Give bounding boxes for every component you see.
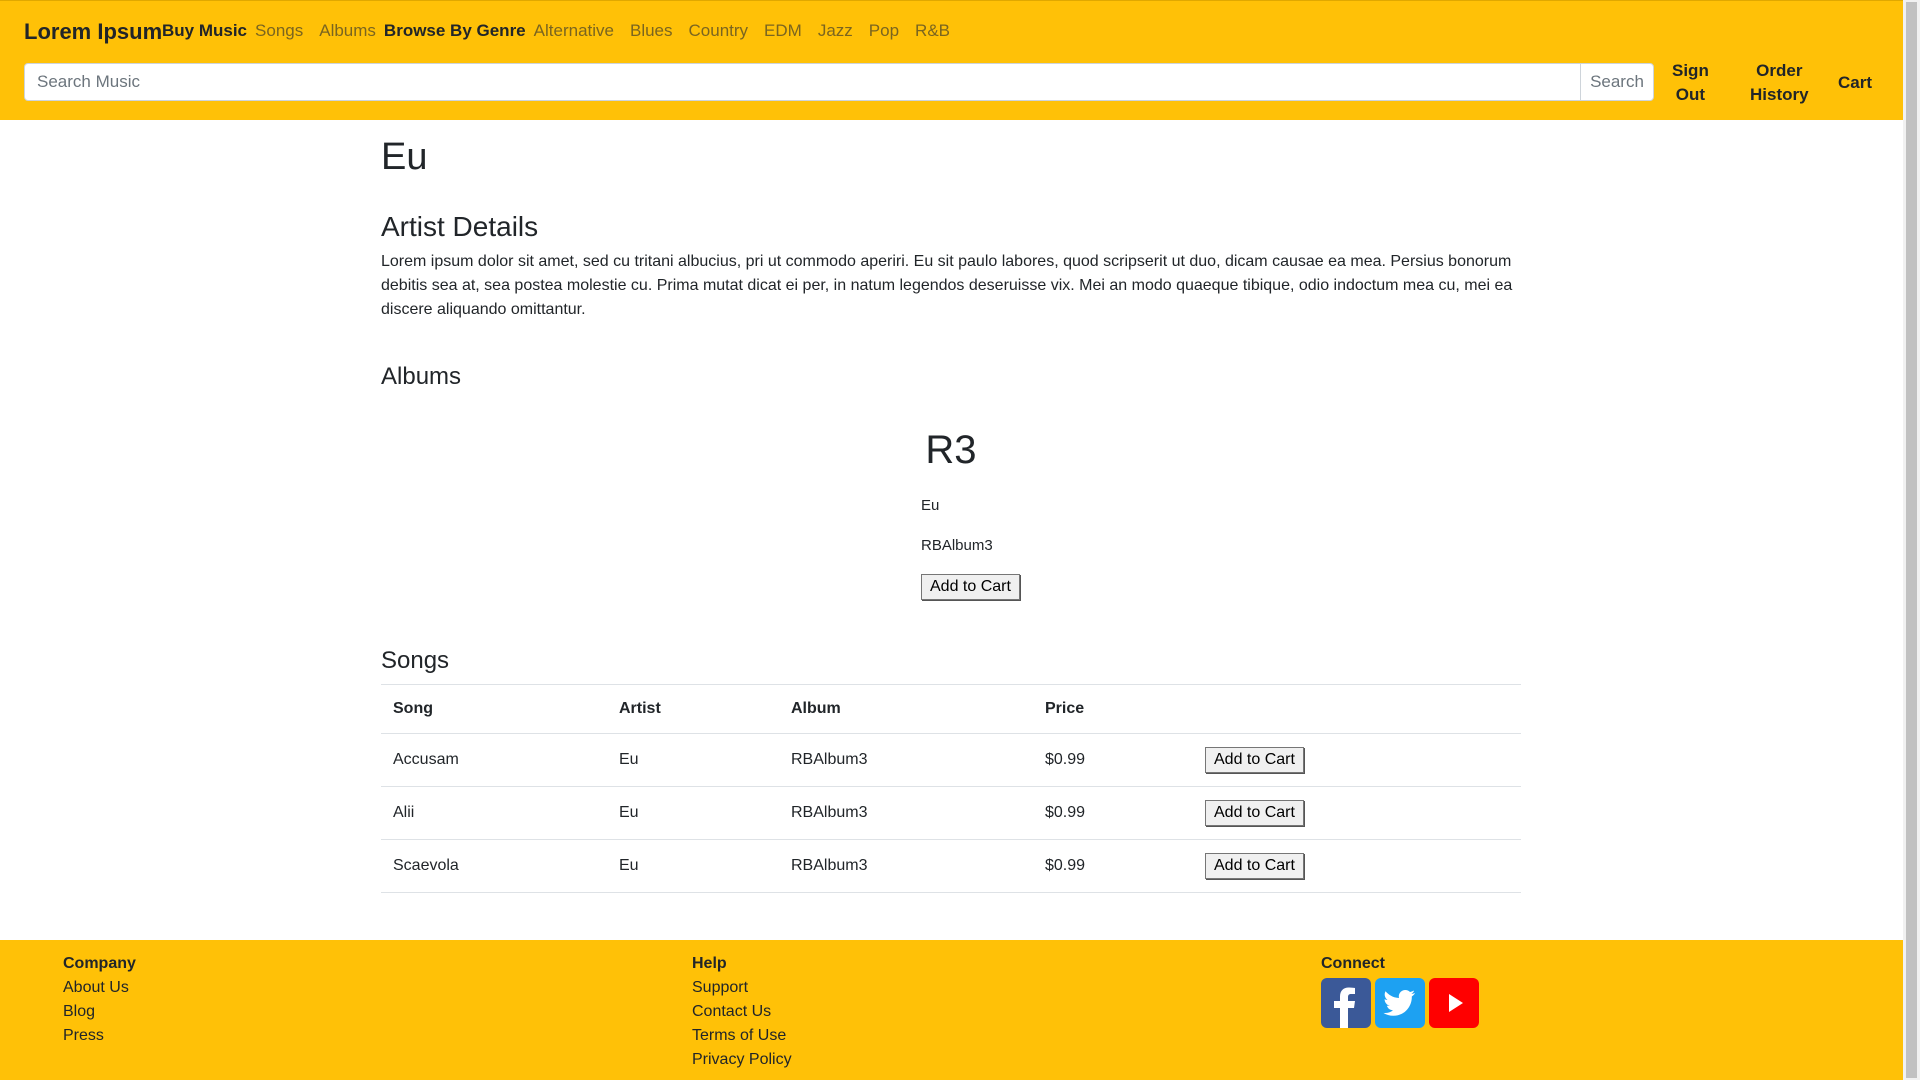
albums-heading: Albums <box>381 363 462 390</box>
footer-help-column: Help Support Contact Us Terms of Use Pri… <box>692 952 792 1072</box>
song-action-cell: Add to Cart <box>1193 733 1521 787</box>
vertical-scrollbar[interactable] <box>1903 0 1920 1080</box>
footer-link-privacy-policy[interactable]: Privacy Policy <box>692 1048 792 1072</box>
sign-out-line2: Out <box>1675 85 1706 104</box>
footer-help-heading: Help <box>692 955 727 972</box>
nav-buy-music[interactable]: Buy Music <box>162 21 247 41</box>
nav-genre-pop[interactable]: Pop <box>869 21 899 41</box>
search-input[interactable] <box>25 64 1580 100</box>
main-content: Eu Artist Details Lorem ipsum dolor sit … <box>381 120 1521 893</box>
song-action-cell: Add to Cart <box>1193 786 1521 840</box>
youtube-icon[interactable] <box>1429 978 1479 1028</box>
song-album: RBAlbum3 <box>779 733 1033 787</box>
song-add-to-cart-button[interactable]: Add to Cart <box>1205 853 1304 879</box>
twitter-icon[interactable] <box>1375 978 1425 1028</box>
song-artist: Eu <box>607 839 779 893</box>
column-header-price: Price <box>1033 684 1193 734</box>
footer-connect-column: Connect <box>1321 952 1479 1028</box>
column-header-song: Song <box>381 684 607 734</box>
footer-link-press[interactable]: Press <box>63 1024 136 1048</box>
column-header-album: Album <box>779 684 1033 734</box>
cart-link[interactable]: Cart <box>1838 71 1872 95</box>
social-links <box>1321 978 1479 1028</box>
facebook-icon[interactable] <box>1321 978 1371 1028</box>
song-artist: Eu <box>607 733 779 787</box>
song-title: Scaevola <box>381 839 607 893</box>
nav-genre-blues[interactable]: Blues <box>630 21 673 41</box>
sign-out-link[interactable]: Sign Out <box>1672 59 1709 107</box>
footer-link-support[interactable]: Support <box>692 976 792 1000</box>
song-album: RBAlbum3 <box>779 786 1033 840</box>
nav-browse-by-genre[interactable]: Browse By Genre <box>384 21 526 41</box>
footer-link-blog[interactable]: Blog <box>63 1000 136 1024</box>
order-history-link[interactable]: Order History <box>1750 59 1809 107</box>
album-artist: Eu <box>921 497 940 514</box>
nav-genre-country[interactable]: Country <box>689 21 749 41</box>
songs-heading: Songs <box>381 647 450 674</box>
song-title: Accusam <box>381 733 607 787</box>
brand-logo[interactable]: Lorem Ipsum <box>24 19 162 45</box>
album-add-to-cart-button[interactable]: Add to Cart <box>921 574 1020 600</box>
song-add-to-cart-button[interactable]: Add to Cart <box>1205 747 1304 773</box>
scrollbar-thumb[interactable] <box>1906 2 1917 1078</box>
nav-songs[interactable]: Songs <box>255 21 303 41</box>
song-action-cell: Add to Cart <box>1193 839 1521 893</box>
nav-genre-rnb[interactable]: R&B <box>915 21 950 41</box>
songs-table: Song Artist Album Price Accusam Eu RBAlb… <box>381 684 1521 893</box>
twitter-icon-glyph <box>1383 990 1415 1016</box>
artist-name: Eu <box>381 136 428 178</box>
search-bar: Search <box>24 63 1654 101</box>
facebook-icon-glyph <box>1334 987 1355 1028</box>
song-price: $0.99 <box>1033 733 1193 787</box>
footer-company-column: Company About Us Blog Press <box>63 952 136 1048</box>
footer: Company About Us Blog Press Help Support… <box>0 940 1903 1080</box>
page: Lorem Ipsum Buy Music Songs Albums Brows… <box>0 0 1903 1080</box>
song-add-to-cart-button[interactable]: Add to Cart <box>1205 800 1304 826</box>
album-title: R3 <box>925 428 977 472</box>
table-row: Accusam Eu RBAlbum3 $0.99 Add to Cart <box>381 733 1521 787</box>
song-price: $0.99 <box>1033 786 1193 840</box>
footer-connect-heading: Connect <box>1321 955 1385 972</box>
artist-details-text: Lorem ipsum dolor sit amet, sed cu trita… <box>381 253 1513 318</box>
order-history-line1: Order <box>1756 61 1803 80</box>
nav-albums[interactable]: Albums <box>319 21 376 41</box>
song-album: RBAlbum3 <box>779 839 1033 893</box>
sign-out-line1: Sign <box>1672 61 1709 80</box>
song-price: $0.99 <box>1033 839 1193 893</box>
footer-company-heading: Company <box>63 955 136 972</box>
footer-link-terms-of-use[interactable]: Terms of Use <box>692 1024 792 1048</box>
column-header-action <box>1193 684 1521 734</box>
nav-genre-edm[interactable]: EDM <box>764 21 802 41</box>
nav-genre-jazz[interactable]: Jazz <box>818 21 853 41</box>
order-history-line2: History <box>1750 85 1809 104</box>
column-header-artist: Artist <box>607 684 779 734</box>
primary-nav: Buy Music Songs Albums Browse By Genre A… <box>162 21 966 41</box>
footer-link-about-us[interactable]: About Us <box>63 976 136 1000</box>
search-button[interactable]: Search <box>1580 64 1653 100</box>
nav-genre-alternative[interactable]: Alternative <box>534 21 614 41</box>
artist-details-heading: Artist Details <box>381 211 539 242</box>
top-navbar: Lorem Ipsum Buy Music Songs Albums Brows… <box>0 0 1903 120</box>
song-artist: Eu <box>607 786 779 840</box>
table-row: Scaevola Eu RBAlbum3 $0.99 Add to Cart <box>381 839 1521 893</box>
album-name: RBAlbum3 <box>921 537 993 554</box>
album-card: R3 Eu RBAlbum3 Add to Cart <box>381 426 1521 600</box>
table-header-row: Song Artist Album Price <box>381 684 1521 734</box>
song-title: Alii <box>381 786 607 840</box>
table-row: Alii Eu RBAlbum3 $0.99 Add to Cart <box>381 786 1521 840</box>
footer-link-contact-us[interactable]: Contact Us <box>692 1000 792 1024</box>
youtube-icon-glyph <box>1449 994 1463 1012</box>
